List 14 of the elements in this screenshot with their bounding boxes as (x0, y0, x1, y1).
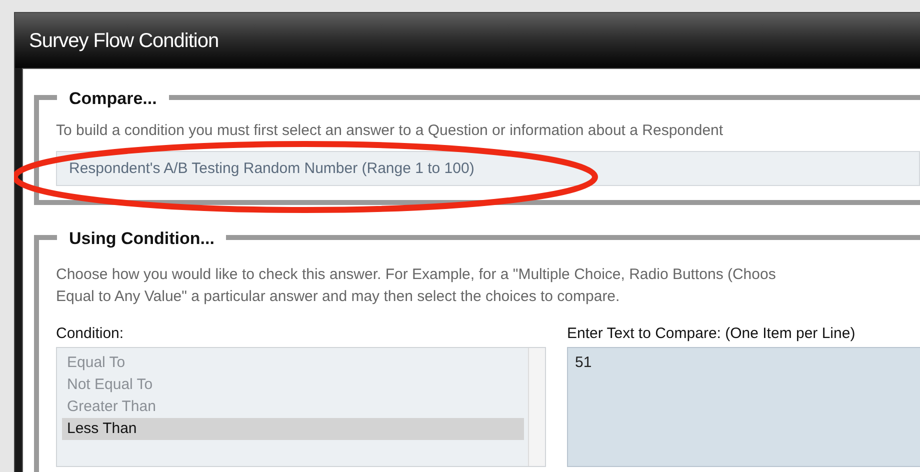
compare-text-area[interactable]: 51 (567, 346, 920, 466)
condition-option[interactable]: Less Than (62, 418, 524, 440)
compare-field[interactable]: Respondent's A/B Testing Random Number (Range 1 to 100) (56, 150, 920, 186)
condition-option[interactable]: Not Equal To (62, 374, 524, 396)
condition-option[interactable]: Equal To (62, 352, 524, 374)
scrollbar[interactable] (528, 348, 545, 466)
description-text: Choose how you would like to check this answer. For Example, for a "Multiple Choice, Radio Buttons (Choos (56, 264, 777, 284)
description-text: Equal to Any Value" a particular answer and may then select the choices to compare. (56, 286, 621, 306)
compare-text-label: Enter Text to Compare: (One Item per Line) (567, 324, 856, 344)
condition-list[interactable]: Equal To Not Equal To Greater Than Less Than (56, 346, 546, 466)
window-title: Survey Flow Condition (29, 28, 219, 54)
instruction-text: To build a condition you must first select an answer to a Question or information about a Respondent (56, 121, 724, 141)
condition-option[interactable]: Greater Than (62, 396, 524, 418)
condition-label: Condition: (56, 324, 125, 344)
